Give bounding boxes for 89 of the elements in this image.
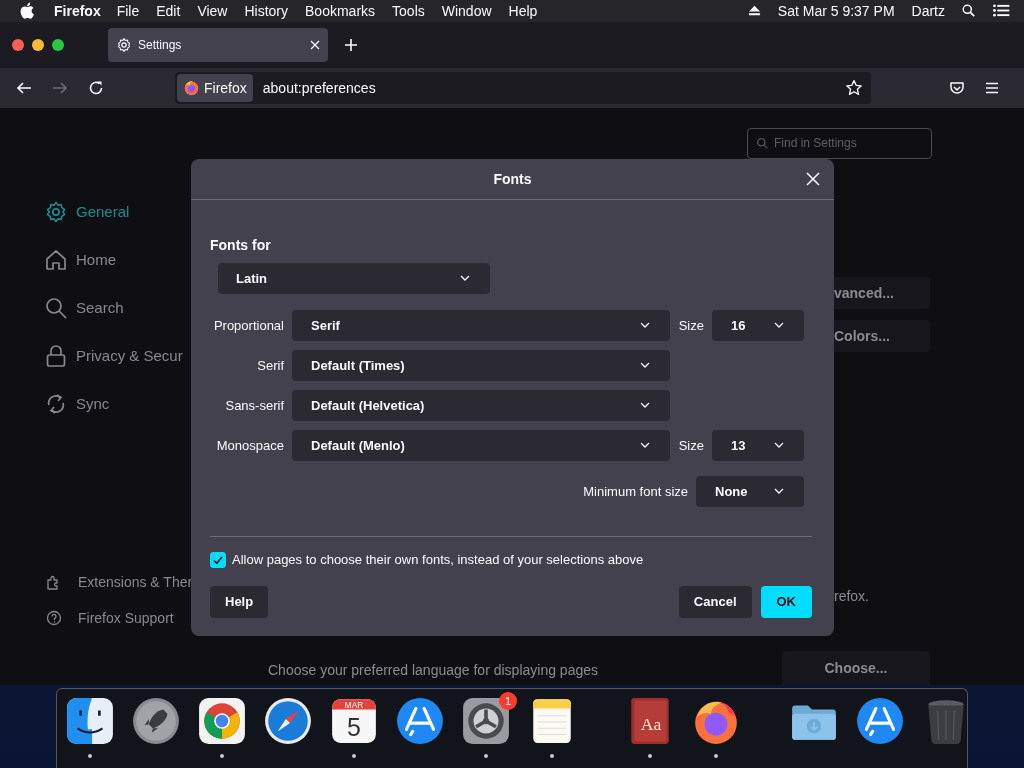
sidebar-link[interactable]: Firefox Support bbox=[44, 599, 191, 636]
list-icon[interactable] bbox=[992, 4, 1010, 18]
checkbox[interactable] bbox=[210, 551, 226, 568]
help-button[interactable]: Help bbox=[210, 585, 269, 618]
gear-icon bbox=[116, 36, 132, 53]
apple-icon[interactable] bbox=[20, 2, 34, 20]
search-icon bbox=[44, 295, 68, 320]
cancel-button[interactable]: Cancel bbox=[678, 585, 752, 618]
minimize-window-button[interactable] bbox=[32, 38, 44, 51]
font-select[interactable]: Serif bbox=[292, 309, 670, 341]
sidebar-item[interactable]: Sync bbox=[44, 379, 191, 428]
ok-button[interactable]: OK bbox=[760, 585, 812, 618]
fox-globe-icon bbox=[183, 79, 200, 97]
menu-item[interactable]: Tools bbox=[392, 2, 425, 19]
pocket-icon[interactable] bbox=[949, 79, 965, 96]
section-heading: Fonts for bbox=[210, 236, 272, 253]
smiling-face-icon[interactable] bbox=[65, 696, 115, 746]
chevron-down-icon bbox=[460, 275, 470, 282]
font-select[interactable]: Default (Times) bbox=[292, 349, 670, 381]
menu-item[interactable]: Help bbox=[508, 2, 538, 19]
chevron-down-icon bbox=[640, 442, 650, 449]
field-label: Size bbox=[678, 317, 704, 333]
menu-item[interactable]: File bbox=[116, 2, 140, 19]
store-icon[interactable] bbox=[855, 696, 905, 746]
reload-icon[interactable] bbox=[88, 79, 104, 96]
browser-tab[interactable]: Settings bbox=[108, 27, 328, 62]
compass-icon[interactable] bbox=[263, 696, 313, 746]
menu-item[interactable]: View bbox=[197, 2, 228, 19]
sidebar-item[interactable]: Home bbox=[44, 235, 191, 284]
notification-badge: 1 bbox=[499, 692, 517, 710]
chevron-down-icon bbox=[774, 442, 784, 449]
help-icon bbox=[46, 609, 62, 626]
url-text: about:preferences bbox=[262, 79, 376, 96]
search-icon[interactable] bbox=[962, 4, 975, 18]
lock-icon bbox=[44, 343, 68, 368]
field-label: Proportional bbox=[212, 317, 284, 333]
language-description: Choose your preferred language for displaying pages bbox=[268, 662, 599, 680]
sidebar-link[interactable]: Extensions & Ther bbox=[44, 563, 191, 600]
sidebar-item[interactable]: Search bbox=[44, 283, 191, 332]
close-icon[interactable] bbox=[806, 171, 820, 186]
color-wheel-icon[interactable] bbox=[197, 696, 247, 746]
eject-icon[interactable] bbox=[747, 4, 761, 18]
field-label: Monospace bbox=[215, 437, 284, 453]
back-icon[interactable] bbox=[16, 79, 32, 96]
field-label: Size bbox=[678, 437, 704, 453]
field-label: Serif bbox=[256, 357, 284, 373]
close-icon[interactable] bbox=[310, 39, 320, 50]
app-menu[interactable]: Firefox bbox=[54, 2, 101, 19]
store-icon[interactable] bbox=[395, 696, 445, 746]
home-icon bbox=[44, 247, 68, 272]
menu-item[interactable]: Edit bbox=[156, 2, 181, 19]
menu-clock[interactable]: Sat Mar 5 9:37 PM bbox=[777, 2, 895, 19]
maximize-window-button[interactable] bbox=[52, 38, 64, 51]
sidebar-item[interactable]: General bbox=[44, 187, 191, 236]
search-field[interactable]: Find in Settings bbox=[747, 127, 932, 159]
rocket-icon[interactable] bbox=[131, 696, 181, 746]
star-icon[interactable] bbox=[845, 78, 863, 97]
field-label: Minimum font size bbox=[583, 483, 688, 499]
size-select[interactable]: 13 bbox=[712, 429, 804, 461]
page-button[interactable]: vanced... bbox=[834, 276, 930, 309]
close-window-button[interactable] bbox=[12, 38, 24, 51]
menu-item[interactable]: History bbox=[244, 2, 289, 19]
identity-chip[interactable]: Firefox bbox=[177, 73, 253, 102]
chevron-down-icon bbox=[774, 322, 784, 329]
chevron-down-icon bbox=[640, 322, 650, 329]
font-select[interactable]: Default (Menlo) bbox=[292, 429, 670, 461]
page-text: refox. bbox=[834, 587, 869, 604]
size-select[interactable]: 16 bbox=[712, 309, 804, 341]
menu-item[interactable]: Window bbox=[441, 2, 492, 19]
menu-item[interactable]: Bookmarks bbox=[305, 2, 376, 19]
dialog-title: Fonts bbox=[493, 170, 532, 187]
chevron-down-icon bbox=[640, 402, 650, 409]
address-bar[interactable]: Firefox about:preferences bbox=[175, 71, 871, 104]
gear-icon[interactable] bbox=[461, 696, 511, 746]
new-tab-icon[interactable] bbox=[344, 37, 358, 52]
field-label: Sans-serif bbox=[224, 397, 284, 413]
search-icon bbox=[756, 136, 769, 150]
calendar-icon[interactable]: MAR 5 bbox=[329, 696, 379, 746]
chevron-down-icon bbox=[774, 488, 784, 495]
user-name[interactable]: Dartz bbox=[911, 2, 945, 19]
choose-button[interactable]: Choose... bbox=[782, 651, 930, 685]
font-select[interactable]: Default (Helvetica) bbox=[292, 389, 670, 421]
size-select[interactable]: None bbox=[696, 475, 804, 507]
language-select[interactable]: Latin bbox=[218, 262, 490, 294]
page-button[interactable]: Colors... bbox=[834, 319, 930, 352]
gear-icon bbox=[44, 199, 68, 224]
sidebar-item[interactable]: Privacy & Secur bbox=[44, 331, 191, 380]
chevron-down-icon bbox=[640, 362, 650, 369]
checkbox-label: Allow pages to choose their own fonts, instead of your selections above bbox=[232, 552, 644, 568]
